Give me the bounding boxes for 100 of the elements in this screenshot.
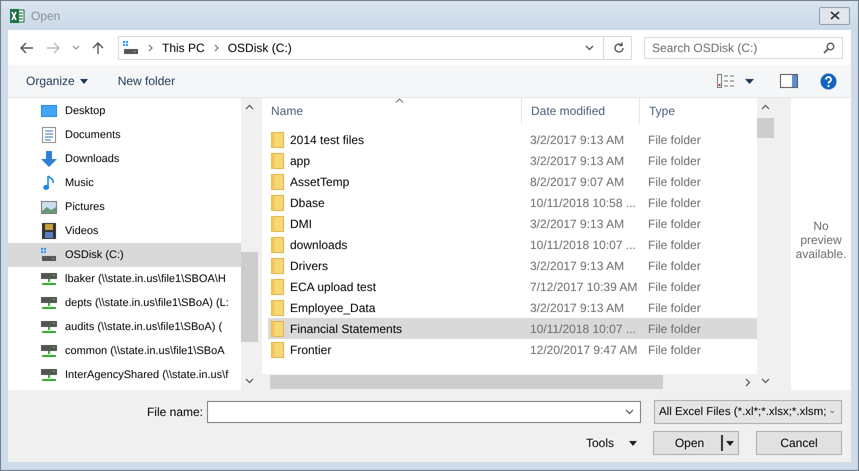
file-name: Dbase (290, 196, 325, 210)
desktop-icon (41, 104, 57, 118)
file-name: AssetTemp (290, 174, 350, 188)
search-icon (823, 42, 835, 54)
file-type: File folder (647, 216, 702, 230)
file-type: File folder (647, 238, 702, 252)
file-row[interactable]: Financial Statements 10/11/2018 10:07 ... File folder (268, 318, 757, 339)
date-modified: 3/2/2017 9:13 AM (529, 300, 626, 314)
view-options-icon[interactable] (717, 74, 735, 88)
sidebar-item[interactable]: depts (\\state.in.us\file1\SBoA) (L: (8, 291, 241, 315)
chevron-down-icon (830, 409, 835, 415)
close-button[interactable] (819, 6, 850, 24)
sidebar-item[interactable]: Videos (8, 219, 241, 243)
search-field[interactable]: Search OSDisk (C:) (644, 36, 843, 58)
scroll-thumb[interactable] (241, 252, 258, 342)
column-header[interactable]: Date modified (522, 98, 640, 124)
file-row[interactable]: Employee_Data 3/2/2017 9:13 AM File folder (268, 297, 757, 318)
file-row[interactable]: 2014 test files 3/2/2017 9:13 AM File folder (268, 129, 757, 150)
music-note-icon (41, 175, 57, 191)
back-arrow-icon[interactable] (20, 42, 34, 54)
folder-icon (271, 342, 284, 358)
file-type: File folder (647, 322, 702, 336)
date-modified: 3/2/2017 9:13 AM (529, 216, 626, 230)
caret-icon[interactable] (745, 78, 754, 84)
organize-button[interactable]: Organize (26, 74, 88, 88)
date-modified: 10/11/2018 10:58 ... (529, 196, 637, 210)
file-row[interactable]: Dbase 10/11/2018 10:58 ... File folder (268, 192, 757, 213)
file-type: File folder (647, 280, 702, 294)
sidebar-item[interactable]: Pictures (8, 195, 241, 219)
new-folder-button[interactable]: New folder (118, 74, 176, 88)
file-name: DMI (290, 216, 312, 230)
sidebar-item[interactable]: Desktop (8, 99, 241, 123)
file-row[interactable]: ECA upload test 7/12/2017 10:39 AM File folder (268, 276, 757, 297)
file-row[interactable]: Frontier 12/20/2017 9:47 AM File folder (268, 339, 757, 360)
sidebar-item[interactable]: lbaker (\\state.in.us\file1\SBOA\H (8, 267, 241, 291)
spreadsheet-app-icon (9, 8, 25, 24)
sidebar-item[interactable]: audits (\\state.in.us\file1\SBoA) ( (8, 315, 241, 339)
folder-icon (271, 194, 284, 210)
chevron-down-icon[interactable] (585, 44, 594, 50)
preview-message: No preview available. (794, 219, 848, 261)
sidebar-item[interactable]: InterAgencyShared (\\state.in.us\f (8, 363, 241, 387)
network-drive-icon (41, 344, 57, 358)
cancel-button[interactable]: Cancel (756, 431, 842, 455)
caret-icon (80, 78, 88, 84)
file-name: downloads (290, 238, 348, 252)
date-modified: 8/2/2017 9:07 AM (529, 174, 626, 188)
window-title: Open (31, 8, 60, 22)
picture-icon (41, 200, 57, 214)
open-button[interactable]: Open (653, 431, 739, 455)
network-drive-icon (41, 368, 57, 382)
network-drive-icon (41, 296, 57, 310)
file-name: ECA upload test (290, 280, 376, 294)
network-drive-icon (41, 320, 57, 334)
chevron-down-icon[interactable] (72, 45, 80, 50)
file-type: File folder (647, 196, 702, 210)
breadcrumb-item[interactable]: This PC (162, 40, 205, 54)
chevron-right-icon (745, 378, 751, 386)
file-name: app (290, 154, 310, 168)
film-strip-icon (41, 223, 57, 239)
file-row[interactable]: DMI 3/2/2017 9:13 AM File folder (268, 213, 757, 234)
file-row[interactable]: app 3/2/2017 9:13 AM File folder (268, 150, 757, 171)
file-type: File folder (647, 132, 702, 146)
file-type-dropdown[interactable]: All Excel Files (*.xl*;*.xlsx;*.xlsm; (654, 400, 842, 424)
column-header[interactable]: Name (262, 98, 522, 124)
sidebar-item[interactable]: OSDisk (C:) (8, 243, 241, 267)
file-row[interactable]: Drivers 3/2/2017 9:13 AM File folder (268, 255, 757, 276)
tools-button[interactable]: Tools (586, 436, 637, 450)
folder-icon (271, 174, 284, 190)
sidebar-item[interactable]: Documents (8, 123, 241, 147)
scroll-thumb[interactable] (270, 375, 663, 389)
folder-icon (271, 152, 284, 168)
file-name-field[interactable] (207, 401, 641, 423)
sidebar-item[interactable]: Downloads (8, 147, 241, 171)
file-name: Frontier (290, 342, 332, 356)
chevron-up-icon (245, 104, 254, 110)
address-bar[interactable]: This PC OSDisk (C:) (118, 36, 632, 60)
date-modified: 3/2/2017 9:13 AM (529, 132, 626, 146)
help-icon[interactable] (820, 72, 837, 90)
file-type: File folder (647, 174, 702, 188)
file-name: Employee_Data (290, 300, 376, 314)
up-arrow-icon[interactable] (92, 40, 104, 54)
chevron-down-icon (625, 409, 634, 415)
refresh-icon[interactable] (613, 42, 625, 54)
breadcrumb-item[interactable]: OSDisk (C:) (228, 40, 292, 54)
preview-pane-icon[interactable] (780, 74, 798, 88)
file-type: File folder (647, 154, 702, 168)
date-modified: 3/2/2017 9:13 AM (529, 258, 626, 272)
column-header[interactable]: Type (640, 98, 749, 124)
folder-icon (271, 320, 284, 336)
file-row[interactable]: AssetTemp 8/2/2017 9:07 AM File folder (268, 171, 757, 192)
sidebar-item[interactable]: Music (8, 171, 241, 195)
file-name: Financial Statements (290, 322, 402, 336)
breadcrumb-chevron-icon (148, 44, 153, 52)
file-name: 2014 test files (290, 132, 364, 146)
date-modified: 12/20/2017 9:47 AM (529, 342, 638, 356)
file-row[interactable]: downloads 10/11/2018 10:07 ... File folder (268, 234, 757, 255)
date-modified: 7/12/2017 10:39 AM (529, 280, 638, 294)
scroll-thumb[interactable] (757, 118, 774, 138)
chevron-down-icon (245, 378, 254, 384)
sidebar-item[interactable]: common (\\state.in.us\file1\SBoA (8, 339, 241, 363)
